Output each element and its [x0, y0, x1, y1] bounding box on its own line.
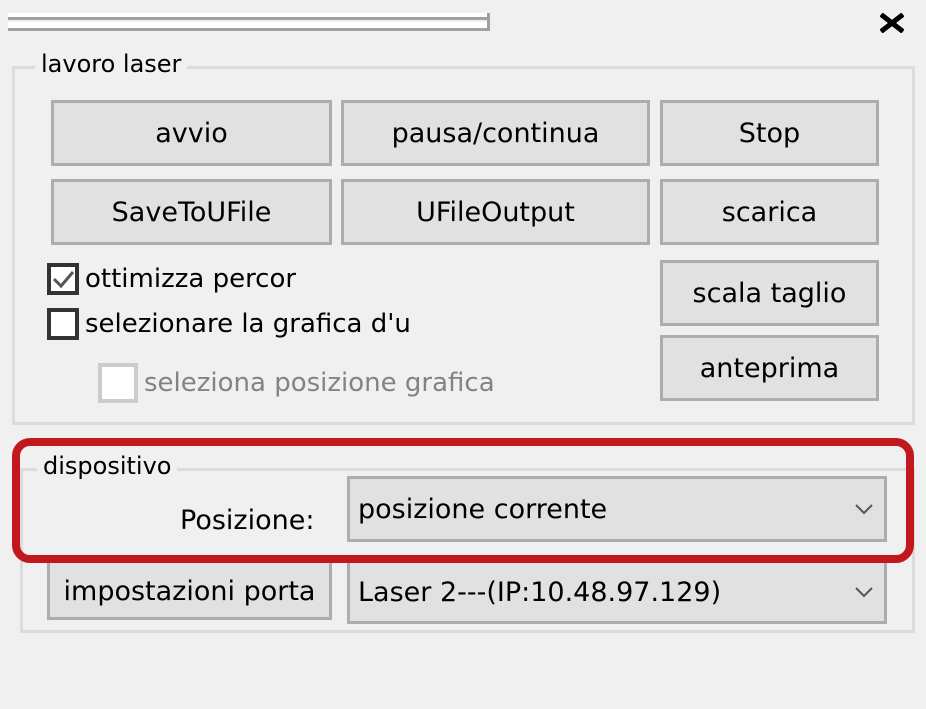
pause-resume-button[interactable]: pausa/continua — [341, 100, 650, 166]
select-graphic-label: selezionare la grafica d'u — [85, 309, 411, 339]
checkmark-icon — [52, 271, 75, 289]
select-graphic-position-label: seleziona posizione grafica — [144, 368, 495, 398]
ufile-output-button[interactable]: UFileOutput — [341, 179, 650, 245]
checkbox-box[interactable] — [98, 363, 138, 403]
device-group-title: dispositivo — [37, 452, 178, 480]
device-dropdown[interactable]: Laser 2---(IP:10.48.97.129) — [347, 560, 887, 624]
preview-button[interactable]: anteprima — [660, 335, 879, 401]
chevron-down-icon — [844, 479, 884, 539]
panel-gripper[interactable] — [8, 13, 490, 31]
gripper-line — [8, 22, 490, 31]
select-graphic-position-checkbox[interactable]: seleziona posizione grafica — [98, 363, 558, 403]
optimize-path-checkbox[interactable]: ottimizza percor — [47, 259, 337, 299]
save-to-ufile-button[interactable]: SaveToUFile — [51, 179, 332, 245]
chevron-down-icon — [844, 563, 884, 621]
position-dropdown-value: posizione corrente — [358, 493, 608, 525]
start-button[interactable]: avvio — [51, 100, 332, 166]
cut-scale-button[interactable]: scala taglio — [660, 260, 879, 326]
stop-button[interactable]: Stop — [660, 100, 879, 166]
optimize-path-label: ottimizza percor — [85, 264, 297, 294]
port-settings-button[interactable]: impostazioni porta — [47, 560, 332, 620]
close-icon — [879, 12, 905, 34]
laser-job-group-title: lavoro laser — [35, 50, 188, 78]
position-label: Posizione: — [180, 505, 315, 536]
gripper-end — [487, 13, 490, 31]
close-button[interactable] — [879, 12, 905, 34]
checkbox-box[interactable] — [47, 263, 79, 295]
download-button[interactable]: scarica — [660, 179, 879, 245]
position-dropdown[interactable]: posizione corrente — [347, 476, 887, 542]
device-dropdown-value: Laser 2---(IP:10.48.97.129) — [358, 576, 722, 608]
gripper-line — [8, 13, 490, 20]
select-graphic-checkbox[interactable]: selezionare la grafica d'u — [47, 304, 477, 344]
checkbox-box[interactable] — [47, 308, 79, 340]
